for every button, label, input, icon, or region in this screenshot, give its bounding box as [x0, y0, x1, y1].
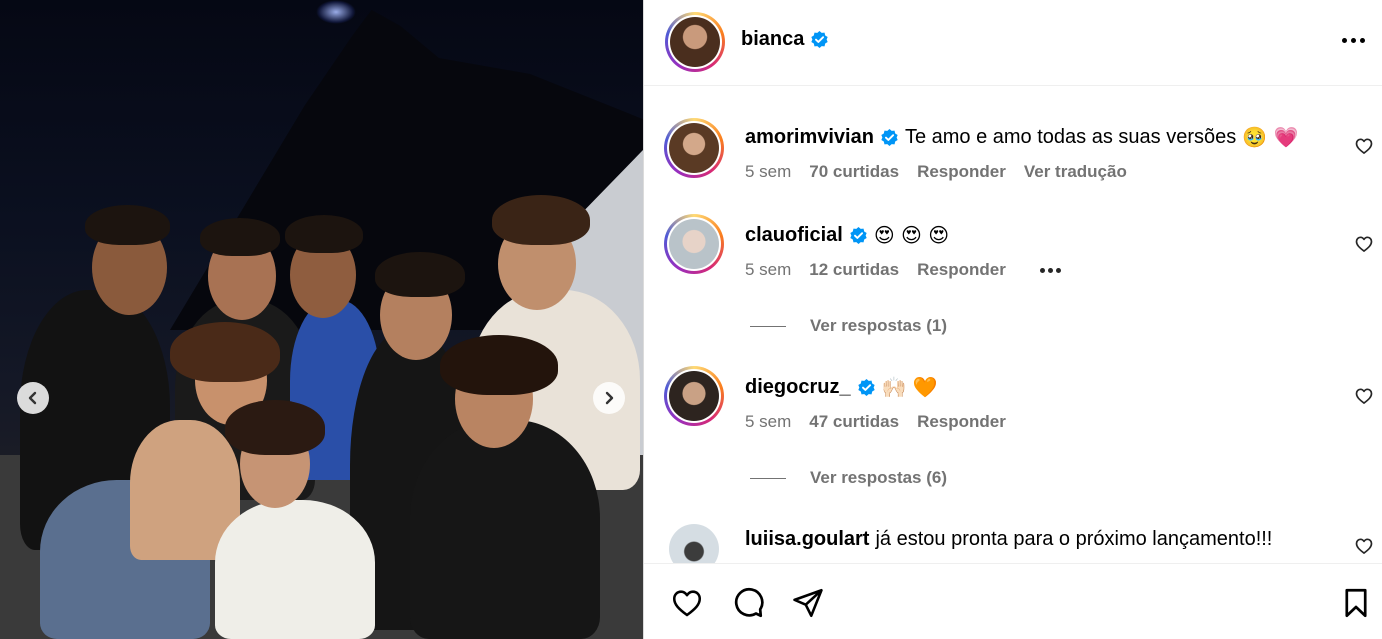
comment-like-heart-icon[interactable]	[1354, 136, 1374, 156]
person	[215, 500, 375, 639]
comment-icon[interactable]	[731, 586, 765, 620]
comment-text: já estou pronta para o próximo lançament…	[875, 528, 1273, 550]
view-replies-label: Ver respostas (6)	[810, 468, 948, 487]
comment-username[interactable]: luiisa.goulart	[745, 526, 869, 552]
person-hair	[225, 400, 325, 455]
comment-likes[interactable]: 70 curtidas	[809, 162, 899, 182]
comment-emoji: 🥹 💗	[1242, 125, 1299, 149]
comment-likes[interactable]: 12 curtidas	[809, 260, 899, 280]
commenter-avatar[interactable]	[664, 118, 724, 178]
previous-photo-button[interactable]	[17, 382, 49, 414]
heart-icon[interactable]	[670, 586, 704, 620]
verified-badge-icon	[811, 30, 829, 49]
commenter-avatar[interactable]	[664, 366, 724, 426]
commenter-avatar[interactable]	[664, 214, 724, 274]
bookmark-icon[interactable]	[1339, 586, 1373, 620]
comment-age[interactable]: 5 sem	[745, 412, 791, 432]
chevron-left-icon	[28, 391, 37, 405]
statue-glow	[316, 0, 356, 24]
person-hair	[200, 218, 280, 256]
comment-username[interactable]: amorimvivian	[745, 124, 874, 150]
comment-likes[interactable]: 47 curtidas	[809, 412, 899, 432]
comment-like-heart-icon[interactable]	[1354, 386, 1374, 406]
comment-emoji: 😍 😍 😍	[873, 223, 950, 247]
reply-button[interactable]: Responder	[917, 260, 1006, 280]
verified-badge-icon	[881, 128, 898, 146]
verified-badge-icon	[850, 226, 867, 244]
person-hair	[492, 195, 590, 245]
author-avatar[interactable]	[665, 12, 725, 72]
more-options-button[interactable]	[1339, 28, 1367, 52]
post-actions-bar	[644, 563, 1382, 639]
comment-username[interactable]: diegocruz_	[745, 374, 851, 400]
post-detail-panel: bianca amorimvivian Te amo e amo todas a…	[643, 0, 1382, 639]
post-photo	[0, 0, 643, 639]
comment-text: Te amo e amo todas as suas versões	[904, 126, 1237, 148]
comment-like-heart-icon[interactable]	[1354, 234, 1374, 254]
person	[410, 420, 600, 639]
reply-button[interactable]: Responder	[917, 162, 1006, 182]
commenter-avatar[interactable]	[669, 524, 719, 563]
comment-username[interactable]: clauoficial	[745, 222, 843, 248]
comment-like-heart-icon[interactable]	[1354, 536, 1374, 556]
post-header: bianca	[644, 0, 1382, 86]
view-replies-button[interactable]: Ver respostas (1)	[750, 316, 947, 336]
comment-age[interactable]: 5 sem	[745, 162, 791, 182]
person-hair	[85, 205, 170, 245]
author-username[interactable]: bianca	[741, 28, 804, 51]
person-hair	[170, 322, 280, 382]
verified-badge-icon	[857, 378, 875, 396]
view-replies-button[interactable]: Ver respostas (6)	[750, 468, 947, 488]
comments-list: amorimvivian Te amo e amo todas as suas …	[644, 86, 1382, 563]
person-hair	[285, 215, 363, 253]
comment-age[interactable]: 5 sem	[745, 260, 791, 280]
more-icon	[1341, 37, 1347, 43]
person-hair	[440, 335, 558, 395]
translate-button[interactable]: Ver tradução	[1024, 162, 1127, 182]
chevron-right-icon	[605, 391, 614, 405]
view-replies-label: Ver respostas (1)	[810, 316, 948, 335]
next-photo-button[interactable]	[593, 382, 625, 414]
send-icon[interactable]	[791, 586, 825, 620]
comment-more-options-button[interactable]	[1039, 267, 1061, 273]
reply-button[interactable]: Responder	[917, 412, 1006, 432]
person-hair	[375, 252, 465, 297]
comment-emoji: 🙌🏻 🧡	[881, 375, 938, 399]
